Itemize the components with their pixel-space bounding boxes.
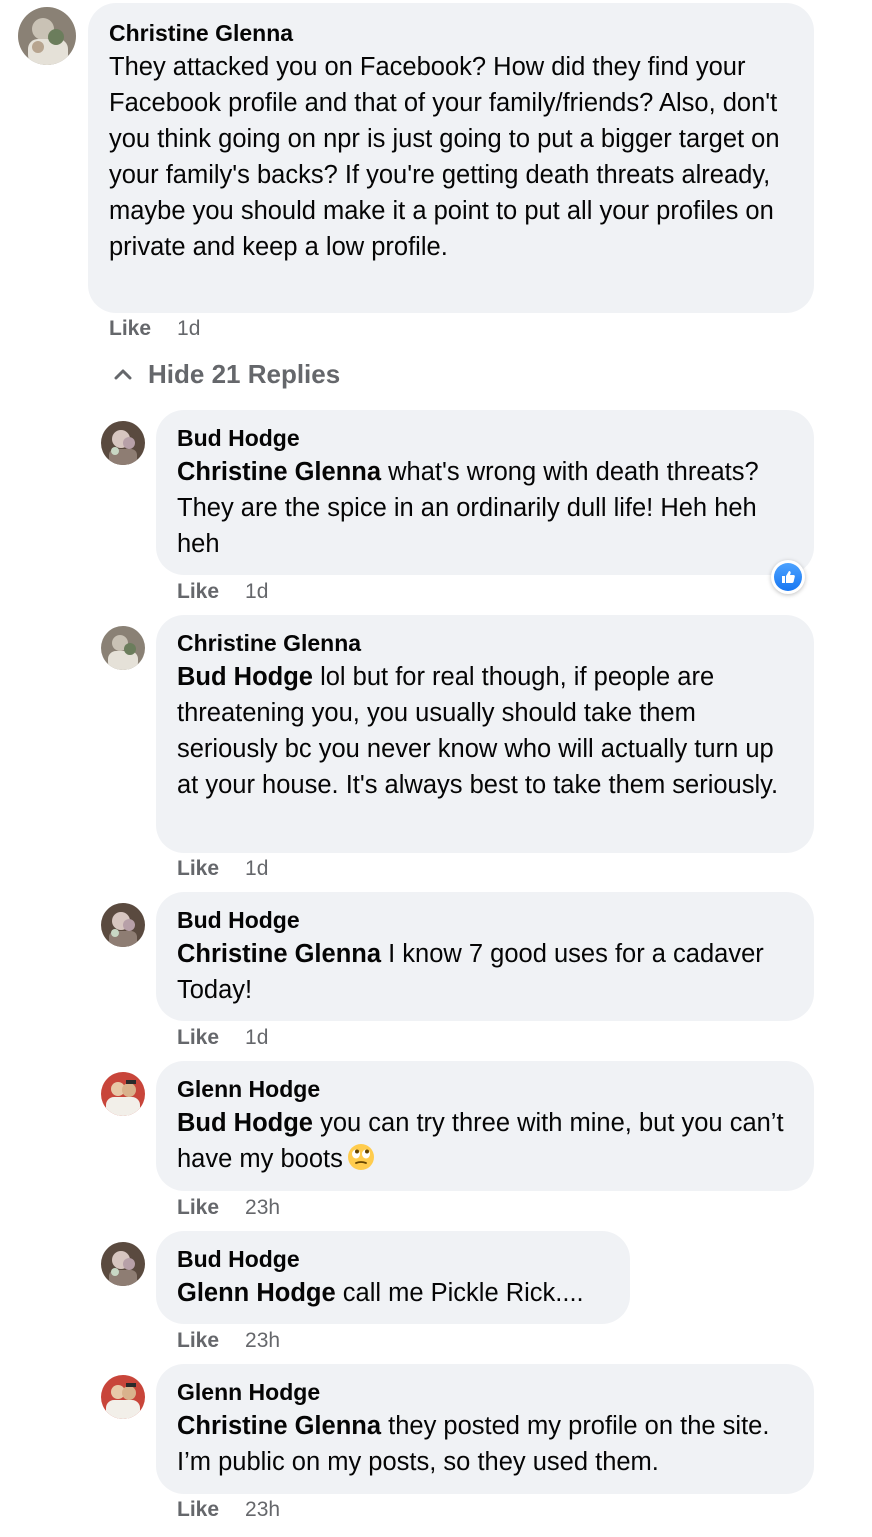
avatar[interactable] [101,1375,145,1419]
comment-bubble: Glenn Hodge Bud Hodge you can try three … [156,1061,814,1191]
chevron-up-icon [114,369,132,380]
mention-link[interactable]: Christine Glenna [177,458,381,486]
hide-replies-button[interactable]: Hide 21 Replies [112,356,340,392]
comment-actions: Like 1d [177,1025,268,1051]
mention-link[interactable]: Christine Glenna [177,1412,381,1440]
like-button[interactable]: Like [177,1329,219,1352]
comment-body: call me Pickle Rick.... [335,1279,584,1307]
timestamp[interactable]: 1d [245,857,268,880]
avatar[interactable] [101,903,145,947]
avatar[interactable] [101,421,145,465]
comment-author[interactable]: Bud Hodge [177,1245,608,1273]
comment-actions: Like 1d [177,856,268,882]
avatar[interactable] [101,1072,145,1116]
comment-author[interactable]: Christine Glenna [177,629,792,657]
timestamp[interactable]: 23h [245,1498,280,1521]
comment-text: Christine Glenna they posted my profile … [177,1408,792,1480]
timestamp[interactable]: 1d [245,580,268,603]
like-button[interactable]: Like [177,1498,219,1521]
comment-bubble: Bud Hodge Christine Glenna what's wrong … [156,410,814,575]
comment-actions: Like 23h [177,1497,280,1523]
like-button[interactable]: Like [177,1026,219,1049]
comment-author[interactable]: Bud Hodge [177,906,792,934]
comment-bubble: Bud Hodge Christine Glenna I know 7 good… [156,892,814,1021]
comment-text: Christine Glenna I know 7 good uses for … [177,936,792,1008]
timestamp[interactable]: 1d [245,1026,268,1049]
eye-roll-emoji-icon [347,1144,374,1170]
comment-bubble: Christine Glenna They attacked you on Fa… [88,3,814,313]
like-button[interactable]: Like [177,857,219,880]
comment-author[interactable]: Christine Glenna [109,19,792,47]
like-button[interactable]: Like [177,580,219,603]
comment-text: They attacked you on Facebook? How did t… [109,53,780,261]
comment-bubble: Bud Hodge Glenn Hodge call me Pickle Ric… [156,1231,630,1324]
timestamp[interactable]: 23h [245,1329,280,1352]
comment-actions: Like 23h [177,1328,280,1354]
comment-author[interactable]: Bud Hodge [177,424,792,452]
avatar[interactable] [101,626,145,670]
avatar[interactable] [101,1242,145,1286]
comment-text: Christine Glenna what's wrong with death… [177,454,792,562]
comment-actions: Like 1d [177,579,268,605]
comment-text: Bud Hodge lol but for real though, if pe… [177,659,792,803]
mention-link[interactable]: Christine Glenna [177,940,381,968]
comment-bubble: Christine Glenna Bud Hodge lol but for r… [156,615,814,853]
comment-author[interactable]: Glenn Hodge [177,1075,792,1103]
comment-bubble: Glenn Hodge Christine Glenna they posted… [156,1364,814,1494]
like-button[interactable]: Like [109,317,151,340]
timestamp[interactable]: 23h [245,1196,280,1219]
reaction-badge[interactable] [771,560,805,594]
mention-link[interactable]: Bud Hodge [177,1109,313,1137]
comment-actions: Like 23h [177,1195,280,1221]
like-button[interactable]: Like [177,1196,219,1219]
like-reaction-icon [774,563,802,591]
avatar[interactable] [18,7,76,65]
timestamp[interactable]: 1d [177,317,200,340]
comment-author[interactable]: Glenn Hodge [177,1378,792,1406]
comment-text: Bud Hodge you can try three with mine, b… [177,1105,792,1177]
comment-actions: Like 1d [109,316,200,342]
mention-link[interactable]: Bud Hodge [177,663,313,691]
comment-text: Glenn Hodge call me Pickle Rick.... [177,1275,608,1311]
mention-link[interactable]: Glenn Hodge [177,1279,336,1307]
hide-replies-label: Hide 21 Replies [148,358,341,389]
